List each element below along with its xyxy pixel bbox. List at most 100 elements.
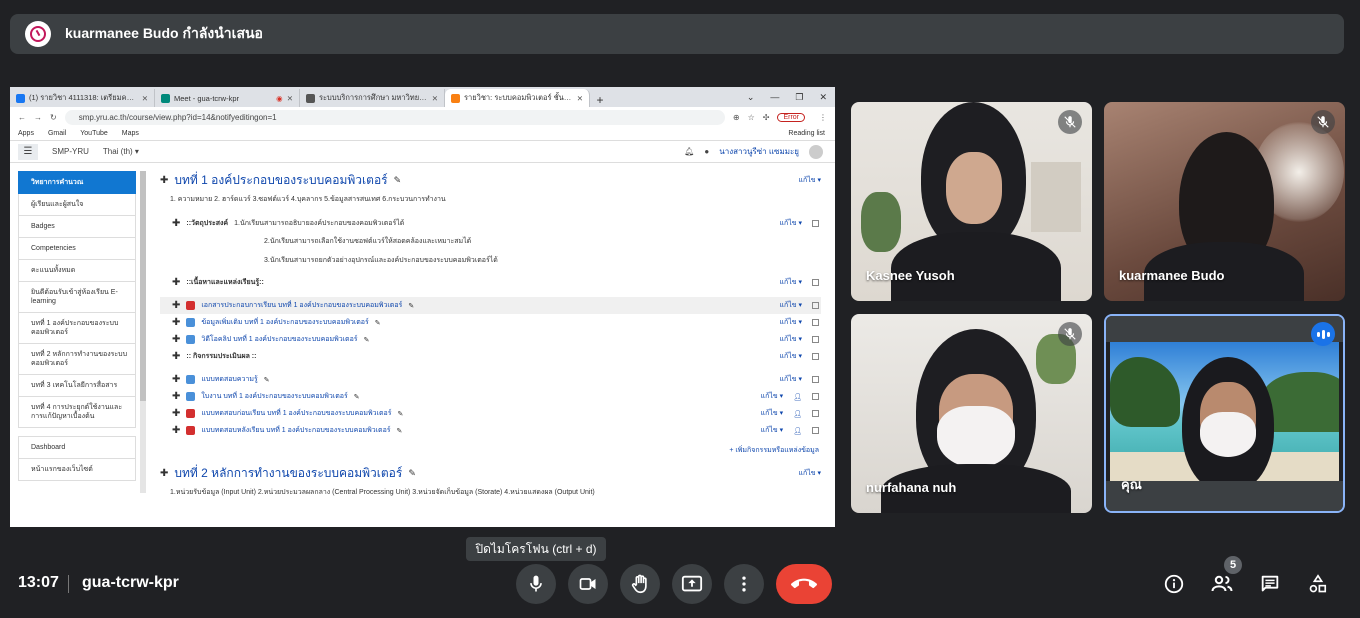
reload-icon[interactable]: ↻	[50, 113, 57, 122]
star-icon[interactable]: ☆	[748, 113, 755, 122]
participant-tile[interactable]: nurfahana nuh	[851, 314, 1092, 513]
sidebar-item-grades[interactable]: คะแนนทั้งหมด	[18, 260, 136, 282]
menu-icon[interactable]: ⋮	[819, 113, 827, 122]
camera-button[interactable]	[568, 564, 608, 604]
move-icon[interactable]: ✚	[172, 408, 180, 419]
url-field[interactable]: smp.yru.ac.th/course/view.php?id=14&noti…	[64, 109, 725, 125]
bookmark-apps[interactable]: Apps	[18, 130, 34, 137]
meeting-details-button[interactable]	[1162, 572, 1186, 596]
sidebar-item-welcome[interactable]: ยินดีต้อนรับเข้าสู่ห้องเรียน E-learning	[18, 282, 136, 313]
browser-tab[interactable]: (1) รายวิชา 4111318: เตรียมความพร้ ✕	[10, 89, 155, 107]
select-checkbox[interactable]	[812, 353, 819, 360]
move-icon[interactable]: ✚	[172, 425, 180, 436]
user-avatar[interactable]	[809, 144, 823, 159]
chat-button[interactable]	[1258, 572, 1282, 596]
section-edit-menu[interactable]: แก้ไข ▾	[798, 175, 821, 186]
move-icon[interactable]: ✚	[172, 351, 180, 362]
browser-tab[interactable]: Meet - gua-tcrw-kpr ◉ ✕	[155, 89, 300, 107]
reading-list[interactable]: Reading list	[788, 130, 835, 137]
bookmark-gmail[interactable]: Gmail	[48, 130, 66, 137]
move-icon[interactable]: ✚	[172, 300, 180, 311]
new-tab-button[interactable]: +	[590, 93, 610, 107]
edit-menu[interactable]: แก้ไข ▾	[779, 351, 802, 362]
sidebar-item-competencies[interactable]: Competencies	[18, 238, 136, 260]
sidebar-item-chapter3[interactable]: บทที่ 3 เทคโนโลยีการสื่อสาร	[18, 375, 136, 397]
pencil-icon[interactable]: ✎	[364, 336, 370, 344]
pencil-icon[interactable]: ✎	[408, 468, 416, 479]
sidebar-item-dashboard[interactable]: Dashboard	[18, 436, 136, 459]
sidebar-item-chapter1[interactable]: บทที่ 1 องค์ประกอบของระบบคอมพิวเตอร์	[18, 313, 136, 344]
microphone-button[interactable]	[516, 564, 556, 604]
user-icon[interactable]: 👤︎	[793, 410, 802, 418]
edit-menu[interactable]: แก้ไข ▾	[761, 408, 784, 419]
back-icon[interactable]: ←	[18, 113, 26, 122]
sidebar-item-chapter4[interactable]: บทที่ 4 การประยุกต์ใช้งานและการแก้ปัญหาเ…	[18, 397, 136, 428]
edit-menu[interactable]: แก้ไข ▾	[779, 317, 802, 328]
move-icon[interactable]: ✚	[160, 468, 168, 479]
participant-tile[interactable]: Kasnee Yusoh	[851, 102, 1092, 301]
sidebar-item-participants[interactable]: ผู้เรียนและผู้สนใจ	[18, 194, 136, 216]
participant-tile-self[interactable]: คุณ	[1104, 314, 1345, 513]
select-checkbox[interactable]	[812, 220, 819, 227]
select-checkbox[interactable]	[812, 319, 819, 326]
participant-tile[interactable]: kuarmanee Budo	[1104, 102, 1345, 301]
bookmark-maps[interactable]: Maps	[122, 130, 139, 137]
edit-menu[interactable]: แก้ไข ▾	[779, 218, 802, 229]
move-icon[interactable]: ✚	[172, 391, 180, 402]
tab-search-icon[interactable]: ⌄	[747, 92, 755, 103]
close-tab-icon[interactable]: ✕	[432, 94, 438, 103]
extensions-icon[interactable]: ✣	[763, 113, 770, 122]
user-name[interactable]: นางสาวนูรีซ่า แซมมะยู	[719, 145, 799, 158]
bookmark-youtube[interactable]: YouTube	[80, 130, 108, 137]
edit-menu[interactable]: แก้ไข ▾	[779, 277, 802, 288]
more-options-button[interactable]	[724, 564, 764, 604]
hamburger-icon[interactable]: ☰	[18, 143, 38, 160]
section-1-title[interactable]: บทที่ 1 องค์ประกอบของระบบคอมพิวเตอร์	[174, 171, 387, 190]
sidebar-item-badges[interactable]: Badges	[18, 216, 136, 238]
select-checkbox[interactable]	[812, 376, 819, 383]
select-checkbox[interactable]	[812, 410, 819, 417]
close-tab-icon[interactable]: ✕	[287, 94, 293, 103]
people-button[interactable]	[1210, 572, 1234, 596]
leave-call-button[interactable]	[776, 564, 832, 604]
move-icon[interactable]: ✚	[172, 317, 180, 328]
raise-hand-button[interactable]	[620, 564, 660, 604]
sidebar-item-home[interactable]: หน้าแรกของเว็บไซต์	[18, 459, 136, 481]
edit-menu[interactable]: แก้ไข ▾	[779, 374, 802, 385]
select-checkbox[interactable]	[812, 336, 819, 343]
sidebar-item-course[interactable]: วิทยาการคำนวณ	[18, 171, 136, 194]
move-icon[interactable]: ✚	[172, 374, 180, 385]
user-icon[interactable]: 👤︎	[793, 427, 802, 435]
select-checkbox[interactable]	[812, 427, 819, 434]
edit-menu[interactable]: แก้ไข ▾	[779, 334, 802, 345]
section-2-title[interactable]: บทที่ 2 หลักการทำงานของระบบคอมพิวเตอร์	[174, 464, 402, 483]
forward-icon[interactable]: →	[34, 113, 42, 122]
pencil-icon[interactable]: ✎	[397, 427, 403, 435]
user-icon[interactable]: 👤︎	[793, 393, 802, 401]
browser-tab[interactable]: ระบบบริการการศึกษา มหาวิทยาลัยราช✕	[300, 89, 445, 107]
pencil-icon[interactable]: ✎	[264, 376, 270, 384]
select-checkbox[interactable]	[812, 302, 819, 309]
browser-tab-active[interactable]: รายวิชา: ระบบคอมพิวเตอร์ ชั้นเรียนแ ✕	[445, 89, 590, 107]
add-activity-link[interactable]: + เพิ่มกิจกรรมหรือแหล่งข้อมูล	[160, 445, 819, 456]
section-edit-menu[interactable]: แก้ไข ▾	[798, 468, 821, 479]
zoom-icon[interactable]: ⊕	[733, 113, 740, 122]
bell-icon[interactable]: 🔔︎	[684, 147, 694, 156]
edit-menu[interactable]: แก้ไข ▾	[761, 425, 784, 436]
close-tab-icon[interactable]: ✕	[142, 94, 148, 103]
close-window-icon[interactable]: ✕	[819, 92, 827, 103]
pencil-icon[interactable]: ✎	[375, 319, 381, 327]
profile-error-button[interactable]: Error	[777, 112, 805, 122]
sidebar-item-chapter2[interactable]: บทที่ 2 หลักการทำงานของระบบคอมพิวเตอร์	[18, 344, 136, 375]
activities-button[interactable]	[1306, 572, 1330, 596]
move-icon[interactable]: ✚	[160, 175, 168, 186]
chat-icon[interactable]: ●	[704, 147, 709, 156]
present-screen-button[interactable]	[672, 564, 712, 604]
edit-menu[interactable]: แก้ไข ▾	[761, 391, 784, 402]
select-checkbox[interactable]	[812, 393, 819, 400]
pencil-icon[interactable]: ✎	[408, 302, 414, 310]
move-icon[interactable]: ✚	[172, 334, 180, 345]
minimize-icon[interactable]: —	[770, 92, 779, 103]
edit-menu[interactable]: แก้ไข ▾	[779, 300, 802, 311]
pencil-icon[interactable]: ✎	[354, 393, 360, 401]
